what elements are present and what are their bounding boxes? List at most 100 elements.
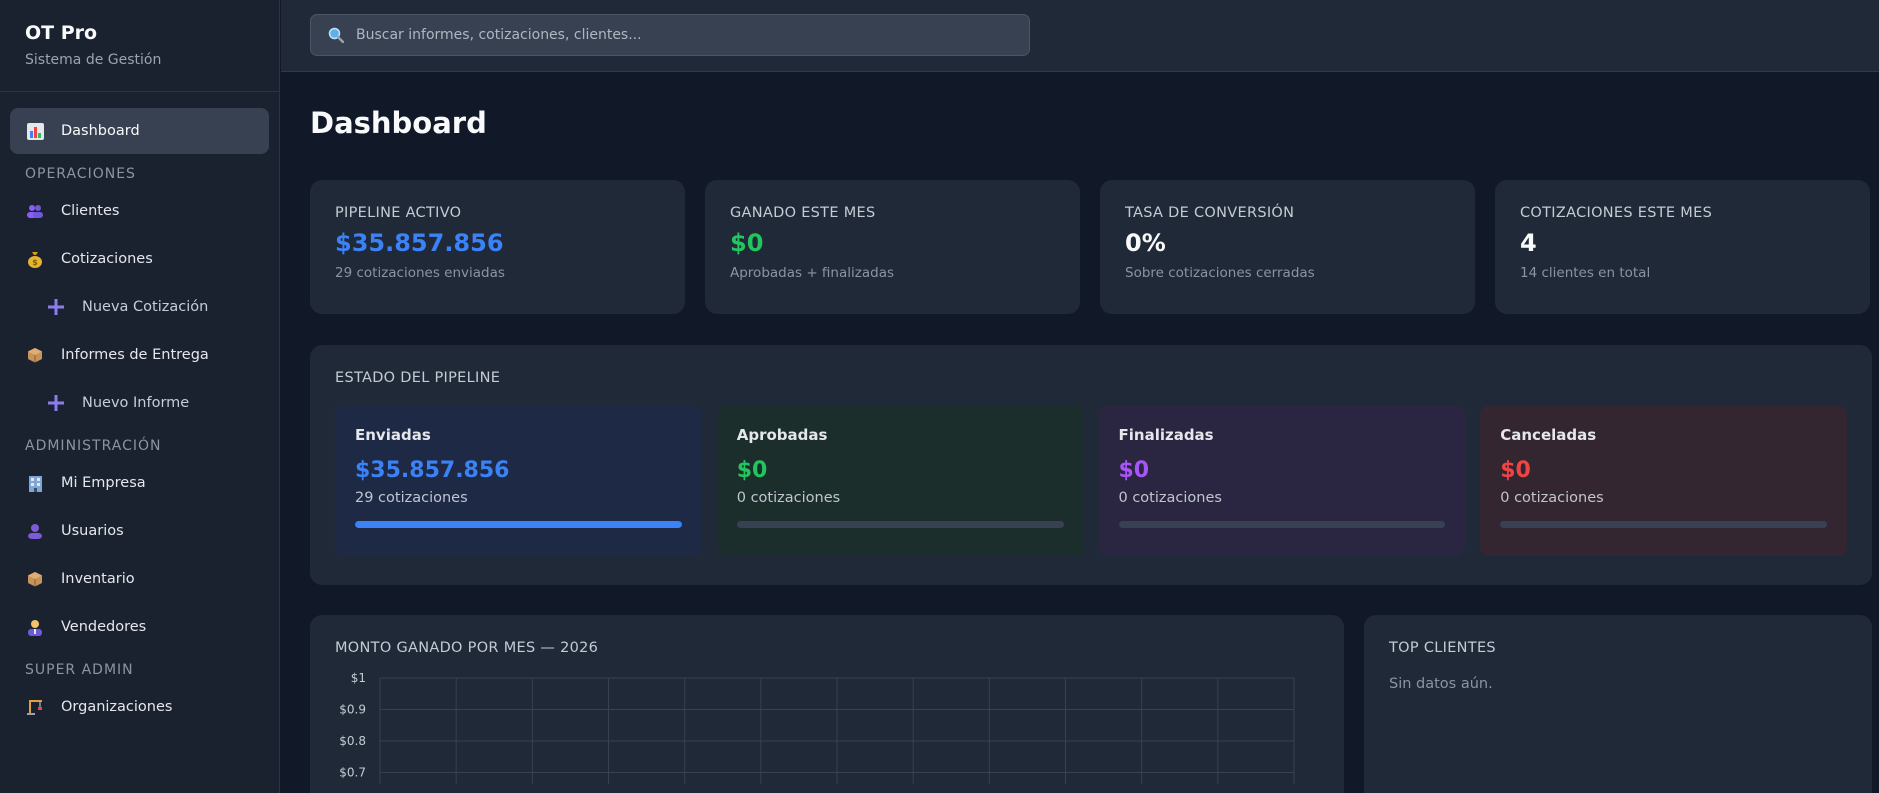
sidebar-item-label: Nuevo Informe bbox=[82, 395, 190, 411]
sidebar-item-label: Organizaciones bbox=[61, 699, 173, 715]
sidebar-item-vendedores[interactable]: Vendedores bbox=[10, 604, 269, 650]
sidebar-item-dashboard[interactable]: Dashboard bbox=[10, 108, 269, 154]
sidebar-item-label: Dashboard bbox=[61, 123, 140, 139]
pipeline-title: ESTADO DEL PIPELINE bbox=[335, 370, 501, 386]
plus-icon bbox=[46, 393, 66, 413]
sidebar-item-informes[interactable]: Informes de Entrega bbox=[10, 332, 269, 378]
stat-card-ganado-este-mes: GANADO ESTE MES $0 Aprobadas + finalizad… bbox=[705, 180, 1080, 314]
stage-count: 0 cotizaciones bbox=[1118, 490, 1222, 506]
sidebar-item-cotizaciones[interactable]: $ Cotizaciones bbox=[10, 236, 269, 282]
sidebar: OT Pro Sistema de Gestión Dashboard OPER… bbox=[0, 0, 280, 793]
stat-card-pipeline-activo: PIPELINE ACTIVO $35.857.856 29 cotizacio… bbox=[310, 180, 685, 314]
stage-value: $0 bbox=[1500, 458, 1531, 483]
stage-count: 0 cotizaciones bbox=[736, 490, 841, 506]
stage-label: Enviadas bbox=[355, 426, 431, 444]
stat-label: TASA DE CONVERSIÓN bbox=[1125, 205, 1295, 221]
pipeline-stage-aprobadas[interactable]: Aprobadas $0 0 cotizaciones bbox=[716, 406, 1084, 556]
stat-subtext: 29 cotizaciones enviadas bbox=[335, 265, 505, 281]
pipeline-stages: Enviadas $35.857.856 29 cotizaciones Apr… bbox=[335, 406, 1847, 556]
stage-label: Finalizadas bbox=[1118, 426, 1214, 444]
stage-label: Aprobadas bbox=[736, 426, 828, 444]
sidebar-nav: Dashboard OPERACIONES Clientes $ Cotizac… bbox=[0, 92, 279, 748]
search-bar[interactable] bbox=[310, 14, 1030, 56]
chart-y-tick-label: $0.7 bbox=[339, 766, 366, 780]
sidebar-item-label: Usuarios bbox=[61, 523, 124, 539]
sidebar-item-usuarios[interactable]: Usuarios bbox=[10, 508, 269, 554]
stat-value: $35.857.856 bbox=[335, 229, 504, 257]
stat-label: PIPELINE ACTIVO bbox=[335, 205, 462, 221]
stage-count: 29 cotizaciones bbox=[355, 490, 468, 506]
pipeline-panel: ESTADO DEL PIPELINE Enviadas $35.857.856… bbox=[310, 345, 1872, 585]
top-clients-empty: Sin datos aún. bbox=[1389, 676, 1493, 692]
sidebar-item-mi-empresa[interactable]: Mi Empresa bbox=[10, 460, 269, 506]
pipeline-stage-canceladas[interactable]: Canceladas $0 0 cotizaciones bbox=[1480, 406, 1847, 556]
page-title: Dashboard bbox=[310, 106, 487, 140]
stage-label: Canceladas bbox=[1500, 426, 1597, 444]
monthly-chart: $1 $0.9 $0.8 $0.7 bbox=[339, 671, 1295, 784]
chart-y-tick-label: $0.8 bbox=[339, 734, 366, 748]
top-clients-title: TOP CLIENTES bbox=[1389, 640, 1496, 656]
sidebar-item-label: Inventario bbox=[61, 571, 135, 587]
stat-label: COTIZACIONES ESTE MES bbox=[1520, 205, 1713, 221]
stat-subtext: 14 clientes en total bbox=[1520, 265, 1651, 281]
sidebar-item-label: Vendedores bbox=[61, 619, 147, 635]
stat-subtext: Sobre cotizaciones cerradas bbox=[1125, 265, 1315, 281]
stage-progress-fill bbox=[355, 521, 682, 528]
chart-title: MONTO GANADO POR MES — 2026 bbox=[335, 640, 599, 656]
stat-value: 0% bbox=[1125, 229, 1166, 257]
stage-count: 0 cotizaciones bbox=[1500, 490, 1604, 506]
stage-progress-track bbox=[1118, 521, 1446, 528]
search-icon bbox=[328, 27, 345, 44]
search-input[interactable] bbox=[356, 27, 1016, 43]
sidebar-item-label: Clientes bbox=[61, 203, 120, 219]
stat-value: $0 bbox=[730, 229, 764, 257]
stage-progress-track bbox=[736, 521, 1064, 528]
pipeline-stage-enviadas[interactable]: Enviadas $35.857.856 29 cotizaciones bbox=[335, 406, 702, 556]
pipeline-stage-finalizadas[interactable]: Finalizadas $0 0 cotizaciones bbox=[1098, 406, 1466, 556]
topbar bbox=[281, 0, 1879, 72]
salesperson-icon bbox=[25, 617, 45, 637]
user-icon bbox=[25, 521, 45, 541]
brand-title: OT Pro bbox=[25, 22, 98, 44]
users-icon bbox=[25, 201, 45, 221]
section-administracion: ADMINISTRACIÓN bbox=[25, 438, 162, 454]
sidebar-item-label: Cotizaciones bbox=[61, 251, 153, 267]
sidebar-item-label: Nueva Cotización bbox=[82, 299, 209, 315]
stage-value: $0 bbox=[736, 458, 768, 483]
chart-y-tick-label: $1 bbox=[351, 671, 366, 685]
stage-value: $0 bbox=[1118, 458, 1150, 483]
stage-value: $35.857.856 bbox=[355, 458, 510, 483]
brand: OT Pro Sistema de Gestión bbox=[0, 0, 279, 92]
stat-value: 4 bbox=[1520, 229, 1537, 257]
sidebar-item-clientes[interactable]: Clientes bbox=[10, 188, 269, 234]
stage-progress-track bbox=[1500, 521, 1827, 528]
plus-icon bbox=[46, 297, 66, 317]
svg-text:$: $ bbox=[32, 258, 38, 267]
construction-icon bbox=[25, 697, 45, 717]
package-icon bbox=[25, 569, 45, 589]
chart-y-tick-label: $0.9 bbox=[339, 703, 366, 717]
stat-card-cotizaciones-este-mes: COTIZACIONES ESTE MES 4 14 clientes en t… bbox=[1495, 180, 1870, 314]
stat-label: GANADO ESTE MES bbox=[730, 205, 876, 221]
bar-chart-icon bbox=[25, 121, 45, 141]
sidebar-item-label: Informes de Entrega bbox=[61, 347, 209, 363]
section-operaciones: OPERACIONES bbox=[25, 166, 136, 182]
main-content: Dashboard PIPELINE ACTIVO $35.857.856 29… bbox=[310, 72, 1872, 793]
stat-subtext: Aprobadas + finalizadas bbox=[730, 265, 894, 281]
stat-card-tasa-conversion: TASA DE CONVERSIÓN 0% Sobre cotizaciones… bbox=[1100, 180, 1475, 314]
section-super-admin: SUPER ADMIN bbox=[25, 662, 134, 678]
sidebar-item-nueva-cotizacion[interactable]: Nueva Cotización bbox=[10, 284, 269, 330]
bottom-row: MONTO GANADO POR MES — 2026 $1 $0.9 $0.8 $0… bbox=[310, 615, 1872, 793]
building-icon bbox=[25, 473, 45, 493]
sidebar-item-label: Mi Empresa bbox=[61, 475, 146, 491]
stage-progress-track bbox=[355, 521, 682, 528]
top-clients-panel: TOP CLIENTES Sin datos aún. bbox=[1364, 615, 1872, 793]
brand-subtitle: Sistema de Gestión bbox=[25, 52, 162, 68]
sidebar-item-inventario[interactable]: Inventario bbox=[10, 556, 269, 602]
package-icon bbox=[25, 345, 45, 365]
stats-row: PIPELINE ACTIVO $35.857.856 29 cotizacio… bbox=[310, 180, 1872, 314]
sidebar-item-nuevo-informe[interactable]: Nuevo Informe bbox=[10, 380, 269, 426]
sidebar-item-organizaciones[interactable]: Organizaciones bbox=[10, 684, 269, 730]
money-bag-icon: $ bbox=[25, 249, 45, 269]
monthly-chart-panel: MONTO GANADO POR MES — 2026 $1 $0.9 $0.8 $0… bbox=[310, 615, 1344, 793]
